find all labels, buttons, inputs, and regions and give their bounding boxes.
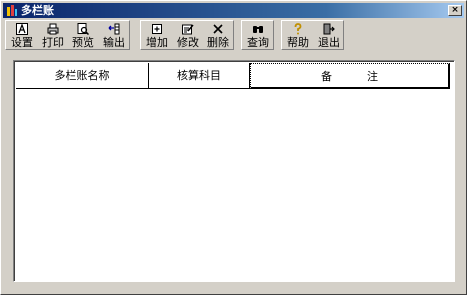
column-header-name[interactable]: 多栏账名称 <box>16 63 149 89</box>
print-button[interactable]: 打印 <box>38 22 68 50</box>
exit-button[interactable]: 退出 <box>314 22 344 50</box>
add-label: 增加 <box>146 36 168 49</box>
delete-label: 删除 <box>207 36 229 49</box>
export-button[interactable]: 输出 <box>99 22 129 50</box>
exit-label: 退出 <box>318 36 340 49</box>
export-label: 输出 <box>103 36 125 49</box>
print-label: 打印 <box>42 36 64 49</box>
window-title: 多栏账 <box>21 4 54 17</box>
printer-icon <box>47 23 59 35</box>
close-button[interactable]: × <box>448 5 462 16</box>
toolbar-group-file: 设置 打印 预览 输出 <box>5 20 130 50</box>
app-icon <box>7 5 17 16</box>
help-icon <box>294 23 302 35</box>
query-label: 查询 <box>247 36 269 49</box>
toolbar: 设置 打印 预览 输出 增加 修改 删除 查询 帮助 退出 <box>5 20 464 52</box>
settings-label: 设置 <box>11 36 33 49</box>
delete-button[interactable]: 删除 <box>203 22 233 50</box>
help-label: 帮助 <box>287 36 309 49</box>
query-button[interactable]: 查询 <box>243 22 273 50</box>
export-icon <box>108 23 120 35</box>
add-button[interactable]: 增加 <box>142 22 172 50</box>
settings-button[interactable]: 设置 <box>7 22 37 50</box>
binoculars-icon <box>253 26 263 33</box>
preview-label: 预览 <box>72 36 94 49</box>
preview-icon <box>77 23 89 35</box>
edit-icon <box>182 24 194 35</box>
edit-button[interactable]: 修改 <box>173 22 203 50</box>
preview-button[interactable]: 预览 <box>68 22 98 50</box>
add-icon <box>152 24 162 34</box>
column-header-account[interactable]: 核算科目 <box>149 63 250 89</box>
font-A-icon <box>16 23 28 35</box>
title-bar[interactable]: 多栏账 × <box>3 3 464 18</box>
ledger-grid[interactable]: 多栏账名称 核算科目 备 注 <box>13 60 455 282</box>
edit-label: 修改 <box>177 36 199 49</box>
column-header-remark[interactable]: 备 注 <box>250 63 450 89</box>
toolbar-group-query: 查询 <box>241 20 274 50</box>
main-window: 多栏账 × 设置 打印 预览 输出 增加 修改 删除 查询 帮助 退出 多栏账名… <box>0 0 467 295</box>
grid-header-row: 多栏账名称 核算科目 备 注 <box>16 63 452 89</box>
delete-icon <box>213 24 223 34</box>
exit-icon <box>323 23 335 35</box>
toolbar-group-app: 帮助 退出 <box>281 20 344 50</box>
help-button[interactable]: 帮助 <box>283 22 313 50</box>
toolbar-group-edit: 增加 修改 删除 <box>140 20 234 50</box>
